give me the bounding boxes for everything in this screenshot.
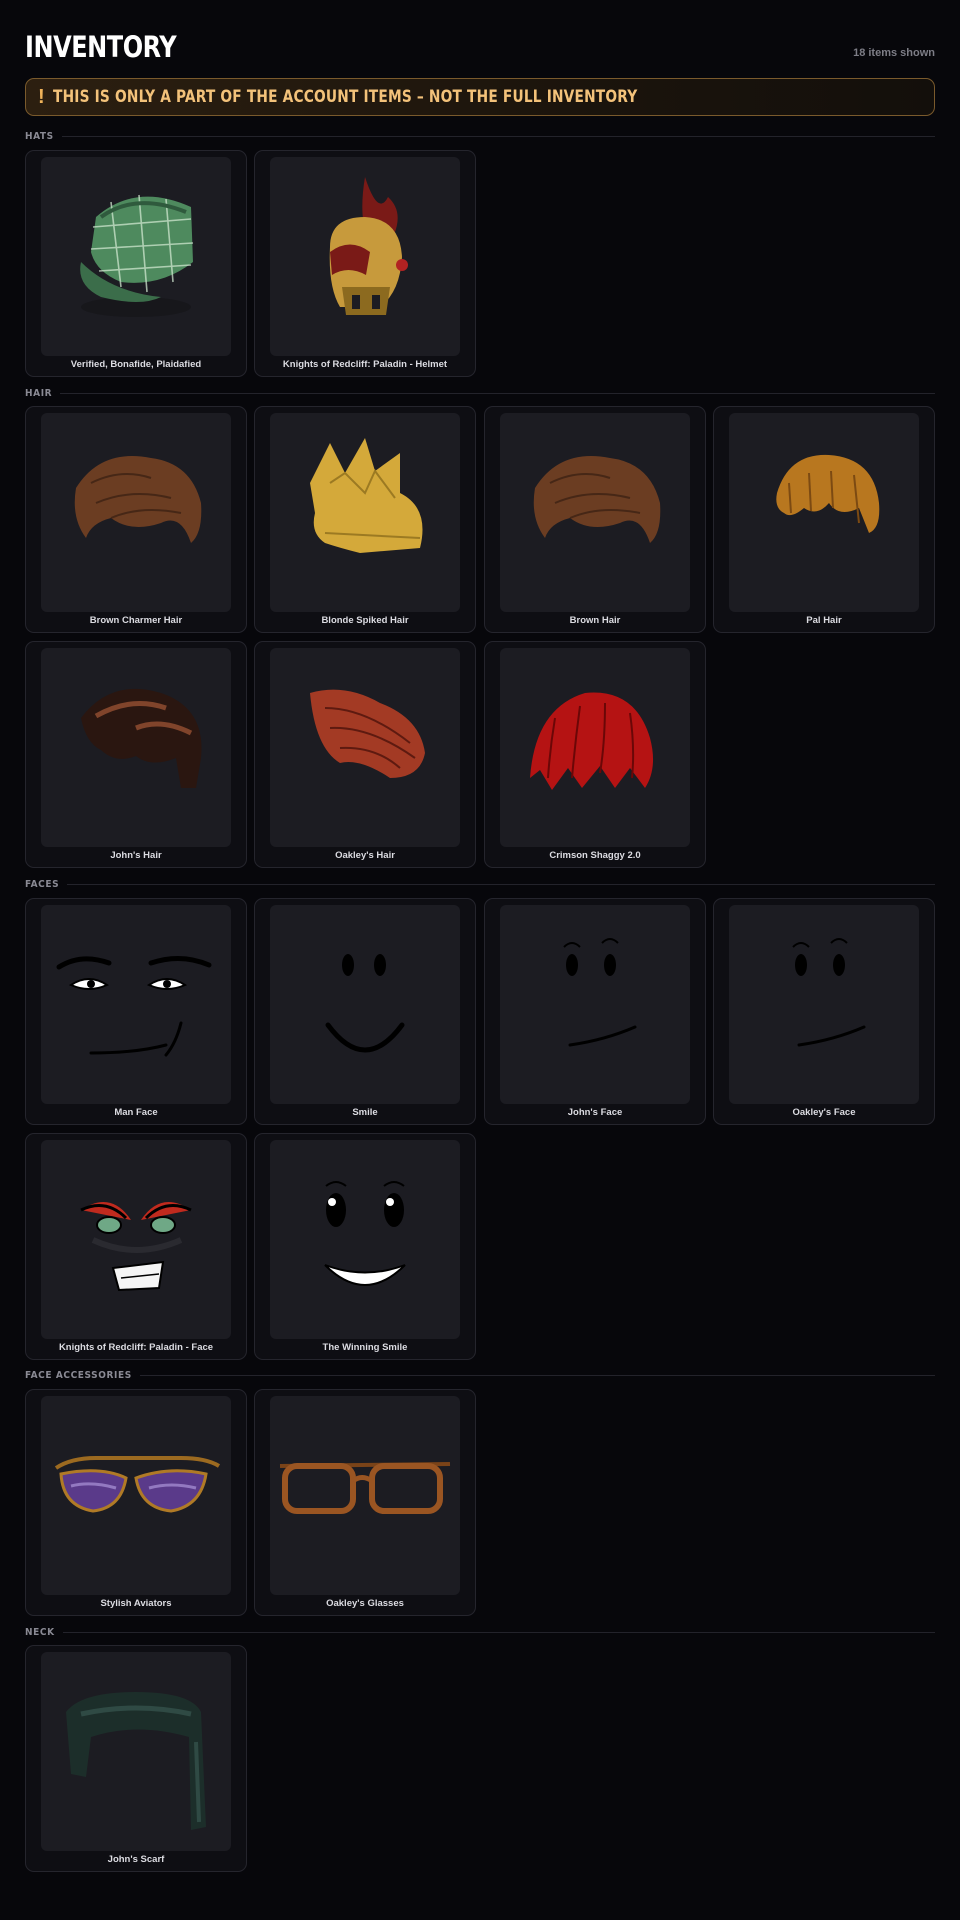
- item-name: Brown Charmer Hair: [89, 615, 183, 626]
- item-count: 18 items shown: [853, 47, 935, 59]
- inventory-page: INVENTORY 18 items shown ! THIS IS ONLY …: [25, 0, 935, 1872]
- warning-banner: ! THIS IS ONLY A PART OF THE ACCOUNT ITE…: [25, 78, 935, 116]
- item-name: Knights of Redcliff: Paladin - Helmet: [282, 359, 448, 370]
- item-card[interactable]: The Winning Smile: [254, 1133, 476, 1360]
- item-card[interactable]: Knights of Redcliff: Paladin - Face: [25, 1133, 247, 1360]
- warning-text: THIS IS ONLY A PART OF THE ACCOUNT ITEMS…: [52, 87, 638, 107]
- page-header: INVENTORY 18 items shown: [25, 0, 935, 78]
- section-header: FACES: [25, 877, 935, 891]
- item-card[interactable]: Blonde Spiked Hair: [254, 406, 476, 633]
- brown-glasses-icon: [270, 1396, 460, 1595]
- item-card[interactable]: Oakley's Glasses: [254, 1389, 476, 1616]
- section-label: FACES: [25, 878, 60, 890]
- smirk-face-icon: [729, 905, 919, 1104]
- item-name: Man Face: [114, 1107, 158, 1118]
- crimson-shaggy-hair-icon: [500, 648, 690, 847]
- item-name: Oakley's Hair: [335, 850, 395, 861]
- item-name: John's Scarf: [107, 1854, 165, 1865]
- item-name: Brown Hair: [569, 615, 621, 626]
- item-card[interactable]: Verified, Bonafide, Plaidafied: [25, 150, 247, 377]
- brown-hair-icon: [500, 413, 690, 612]
- section-divider: [60, 392, 935, 394]
- scarf-icon: [41, 1652, 231, 1851]
- section-divider: [62, 1631, 935, 1633]
- section-label: NECK: [25, 1626, 55, 1638]
- section-label: HATS: [25, 130, 54, 142]
- plaid-cap-icon: [41, 157, 231, 356]
- item-name: John's Face: [567, 1107, 623, 1118]
- blonde-spiked-hair-icon: [270, 413, 460, 612]
- section-divider: [67, 883, 935, 885]
- item-card[interactable]: Brown Charmer Hair: [25, 406, 247, 633]
- item-name: Pal Hair: [806, 615, 842, 626]
- section-divider: [61, 135, 935, 137]
- item-card[interactable]: John's Hair: [25, 641, 247, 868]
- paladin-helmet-icon: [270, 157, 460, 356]
- page-title: INVENTORY: [25, 30, 177, 64]
- item-name: Oakley's Face: [792, 1107, 856, 1118]
- section-label: FACE ACCESSORIES: [25, 1369, 132, 1381]
- pal-hair-icon: [729, 413, 919, 612]
- aviator-glasses-icon: [41, 1396, 231, 1595]
- smile-face-icon: [270, 905, 460, 1104]
- item-name: Stylish Aviators: [100, 1598, 172, 1609]
- item-card[interactable]: Stylish Aviators: [25, 1389, 247, 1616]
- item-card[interactable]: Oakley's Face: [713, 898, 935, 1125]
- item-card[interactable]: John's Scarf: [25, 1645, 247, 1872]
- smirk-face-icon: [500, 905, 690, 1104]
- item-card[interactable]: Crimson Shaggy 2.0: [484, 641, 706, 868]
- item-card[interactable]: Smile: [254, 898, 476, 1125]
- item-card[interactable]: Knights of Redcliff: Paladin - Helmet: [254, 150, 476, 377]
- item-name: The Winning Smile: [322, 1342, 408, 1353]
- item-name: Knights of Redcliff: Paladin - Face: [58, 1342, 214, 1353]
- item-name: Verified, Bonafide, Plaidafied: [70, 359, 202, 370]
- item-card[interactable]: Brown Hair: [484, 406, 706, 633]
- item-card[interactable]: Man Face: [25, 898, 247, 1125]
- item-name: John's Hair: [110, 850, 162, 861]
- section-divider: [139, 1374, 935, 1376]
- item-card[interactable]: Oakley's Hair: [254, 641, 476, 868]
- man-face-icon: [41, 905, 231, 1104]
- item-card[interactable]: Pal Hair: [713, 406, 935, 633]
- exclamation-icon: !: [38, 85, 45, 108]
- section-header: NECK: [25, 1625, 935, 1639]
- brown-hair-icon: [41, 413, 231, 612]
- section-label: HAIR: [25, 387, 53, 399]
- paladin-face-icon: [41, 1140, 231, 1339]
- red-swept-hair-icon: [270, 648, 460, 847]
- item-card[interactable]: John's Face: [484, 898, 706, 1125]
- section-header: HAIR: [25, 386, 935, 400]
- item-name: Smile: [352, 1107, 378, 1118]
- dark-hair-icon: [41, 648, 231, 847]
- section-header: HATS: [25, 129, 935, 143]
- section-header: FACE ACCESSORIES: [25, 1368, 935, 1382]
- winning-smile-face-icon: [270, 1140, 460, 1339]
- item-name: Blonde Spiked Hair: [321, 615, 409, 626]
- item-name: Crimson Shaggy 2.0: [549, 850, 641, 861]
- item-name: Oakley's Glasses: [326, 1598, 404, 1609]
